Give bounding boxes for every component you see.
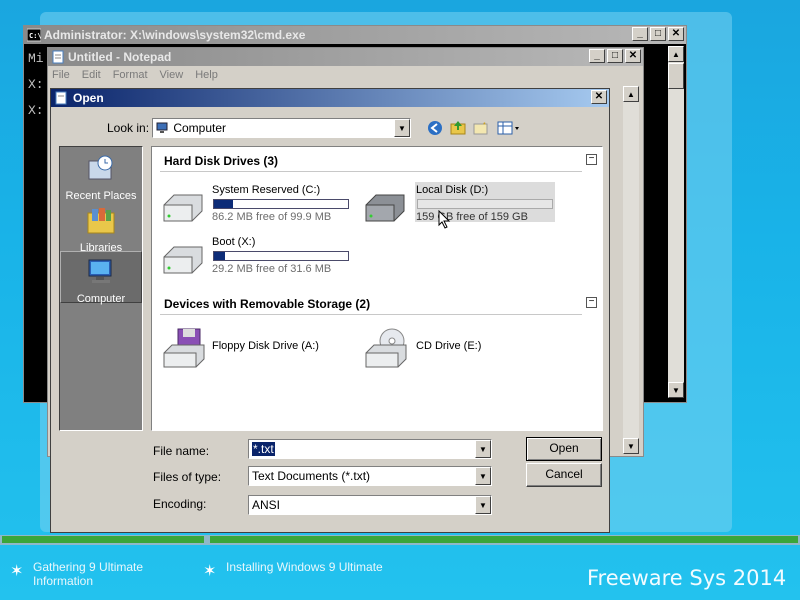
new-folder-icon[interactable]: * xyxy=(473,120,489,136)
open-dialog-title-bar[interactable]: Open ✕ xyxy=(51,89,609,107)
view-menu-icon[interactable] xyxy=(497,120,521,136)
chevron-down-icon[interactable]: ▼ xyxy=(475,467,491,485)
cd-drive-icon xyxy=(365,328,407,368)
setup-progress-step2 xyxy=(210,536,798,543)
encoding-value: ANSI xyxy=(252,498,281,512)
place-label: Recent Places xyxy=(65,190,137,202)
setup-step-gathering: Gathering 9 Ultimate Information xyxy=(33,560,144,588)
drive-x-usage-bar xyxy=(213,251,349,261)
scroll-up-arrow[interactable]: ▲ xyxy=(668,46,684,62)
chevron-down-icon[interactable]: ▼ xyxy=(475,440,491,458)
setup-step-installing: Installing Windows 9 Ultimate xyxy=(226,560,383,574)
brand-text: Freeware Sys 2014 xyxy=(587,566,787,590)
menu-edit[interactable]: Edit xyxy=(82,69,101,81)
svg-text:*: * xyxy=(483,122,486,129)
file-list[interactable]: Hard Disk Drives (3) − System Reserved (… xyxy=(151,146,603,431)
menu-help[interactable]: Help xyxy=(195,69,218,81)
mouse-cursor-icon xyxy=(438,210,451,229)
encoding-combo[interactable]: ANSI ▼ xyxy=(248,495,492,515)
look-in-combo[interactable]: Computer ▼ xyxy=(152,118,411,138)
maximize-button[interactable]: □ xyxy=(607,49,623,63)
computer-icon xyxy=(88,259,112,283)
notepad-menu-bar: File Edit Format View Help xyxy=(52,69,218,81)
drive-x-name[interactable]: Boot (X:) xyxy=(212,236,255,248)
minimize-button[interactable]: _ xyxy=(632,27,648,41)
back-icon[interactable] xyxy=(427,120,443,136)
scroll-thumb[interactable] xyxy=(668,63,684,89)
file-name-label: File name: xyxy=(153,444,210,458)
hard-drive-icon xyxy=(163,194,203,222)
file-name-combo[interactable]: *.txt ▼ xyxy=(248,439,492,459)
place-recent-places[interactable]: Recent Places xyxy=(60,153,142,202)
drive-c-usage-bar xyxy=(213,199,349,209)
chevron-down-icon[interactable]: ▼ xyxy=(394,119,410,137)
place-label: Computer xyxy=(76,293,126,305)
drive-c-name[interactable]: System Reserved (C:) xyxy=(212,184,320,196)
places-bar: Recent Places Libraries Computer xyxy=(59,146,143,431)
maximize-button[interactable]: □ xyxy=(650,27,666,41)
hard-drive-icon xyxy=(365,194,405,222)
drive-c-free: 86.2 MB free of 99.9 MB xyxy=(212,211,332,223)
look-in-value: Computer xyxy=(173,121,227,135)
file-name-value[interactable]: *.txt xyxy=(252,442,275,456)
cmd-icon: C:\ xyxy=(27,28,41,42)
hard-drive-icon xyxy=(163,246,203,274)
svg-text:C:\: C:\ xyxy=(29,32,41,40)
open-button[interactable]: Open xyxy=(526,437,602,461)
recent-places-icon xyxy=(88,155,113,180)
libraries-icon xyxy=(87,208,115,234)
files-of-type-value: Text Documents (*.txt) xyxy=(252,469,371,483)
section-divider xyxy=(160,171,582,172)
step-bullet-icon: ✶ xyxy=(10,563,24,580)
cmd-line: X: xyxy=(28,103,44,118)
section-removable-storage: Devices with Removable Storage (2) xyxy=(164,297,371,311)
look-in-label: Look in: xyxy=(107,121,150,135)
scroll-up-arrow[interactable]: ▲ xyxy=(623,86,639,102)
cd-drive-name[interactable]: CD Drive (E:) xyxy=(416,340,481,352)
cmd-line: Mi xyxy=(28,51,44,66)
place-libraries[interactable]: Libraries xyxy=(60,205,142,254)
cmd-title: Administrator: X:\windows\system32\cmd.e… xyxy=(44,28,306,42)
notepad-icon xyxy=(55,91,67,105)
encoding-label: Encoding: xyxy=(153,497,207,511)
notepad-scrollbar[interactable]: ▲ ▼ xyxy=(623,86,639,454)
computer-icon xyxy=(156,122,168,133)
drive-d-usage-bar xyxy=(417,199,553,209)
menu-file[interactable]: File xyxy=(52,69,70,81)
collapse-removable-button[interactable]: − xyxy=(586,297,597,308)
menu-format[interactable]: Format xyxy=(113,69,148,81)
scroll-down-arrow[interactable]: ▼ xyxy=(668,382,684,398)
setup-progress-step1 xyxy=(2,536,204,543)
notepad-title: Untitled - Notepad xyxy=(68,50,172,64)
close-button[interactable]: ✕ xyxy=(591,90,607,104)
drive-d-free: 159 GB free of 159 GB xyxy=(416,211,528,223)
menu-view[interactable]: View xyxy=(160,69,184,81)
cancel-button[interactable]: Cancel xyxy=(526,463,602,487)
close-button[interactable]: ✕ xyxy=(625,49,641,63)
files-of-type-combo[interactable]: Text Documents (*.txt) ▼ xyxy=(248,466,492,486)
collapse-hdd-button[interactable]: − xyxy=(586,154,597,165)
drive-d-name[interactable]: Local Disk (D:) xyxy=(416,184,488,196)
notepad-icon xyxy=(52,50,64,64)
open-dialog-title: Open xyxy=(73,91,104,105)
open-dialog[interactable]: Open ✕ Look in: Computer ▼ * Recent Plac… xyxy=(50,88,610,533)
files-of-type-label: Files of type: xyxy=(153,470,222,484)
drive-x-free: 29.2 MB free of 31.6 MB xyxy=(212,263,332,275)
cmd-scrollbar[interactable]: ▲ ▼ xyxy=(668,46,684,398)
floppy-drive-name[interactable]: Floppy Disk Drive (A:) xyxy=(212,340,319,352)
cmd-title-bar[interactable]: C:\ Administrator: X:\windows\system32\c… xyxy=(24,26,686,44)
notepad-title-bar[interactable]: Untitled - Notepad _ □ ✕ xyxy=(48,48,643,66)
up-folder-icon[interactable] xyxy=(450,119,466,136)
floppy-drive-icon xyxy=(163,328,205,368)
chevron-down-icon[interactable]: ▼ xyxy=(475,496,491,514)
close-button[interactable]: ✕ xyxy=(668,27,684,41)
scroll-down-arrow[interactable]: ▼ xyxy=(623,438,639,454)
minimize-button[interactable]: _ xyxy=(589,49,605,63)
place-computer[interactable]: Computer xyxy=(60,251,142,305)
step-bullet-icon: ✶ xyxy=(203,563,217,580)
section-hard-disk-drives: Hard Disk Drives (3) xyxy=(164,154,279,168)
cmd-line: X: xyxy=(28,77,44,92)
section-divider xyxy=(160,314,582,315)
